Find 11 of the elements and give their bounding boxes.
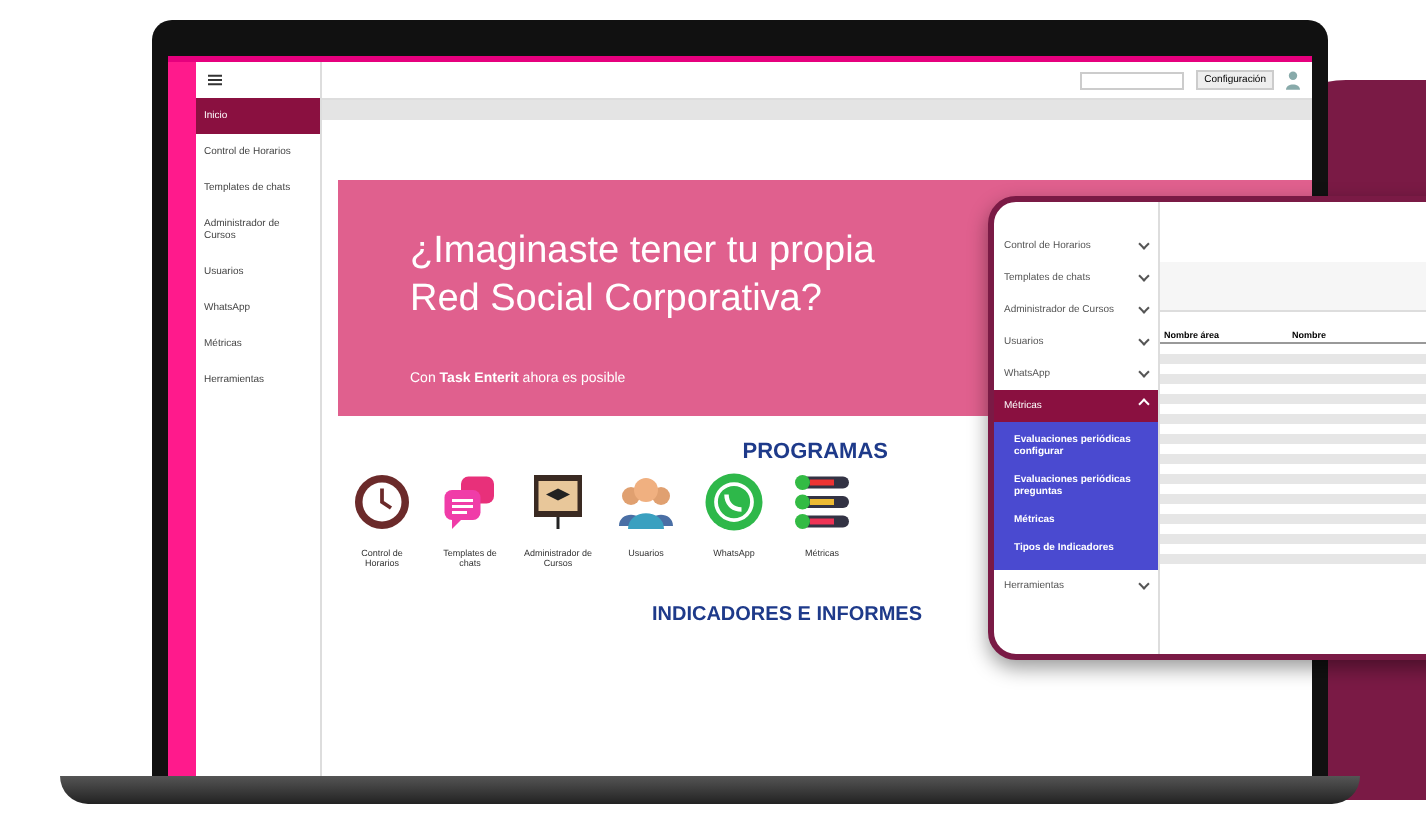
clock-icon[interactable] [352, 472, 412, 532]
chat-bubbles-icon[interactable] [440, 472, 500, 532]
search-field[interactable] [1080, 71, 1185, 89]
phone-chat-icon[interactable] [704, 472, 764, 532]
menu-icon[interactable] [208, 74, 222, 86]
banner-title: ¿Imaginaste tener tu propia Red Social Corporativa? [410, 228, 877, 323]
people-group-icon[interactable] [616, 472, 676, 532]
presentation-board-icon[interactable] [528, 472, 588, 532]
progress-bars-icon[interactable] [792, 472, 852, 532]
section-heading: INDICADORES E INFORMES [651, 604, 922, 626]
section-heading: PROGRAMAS [742, 440, 888, 464]
